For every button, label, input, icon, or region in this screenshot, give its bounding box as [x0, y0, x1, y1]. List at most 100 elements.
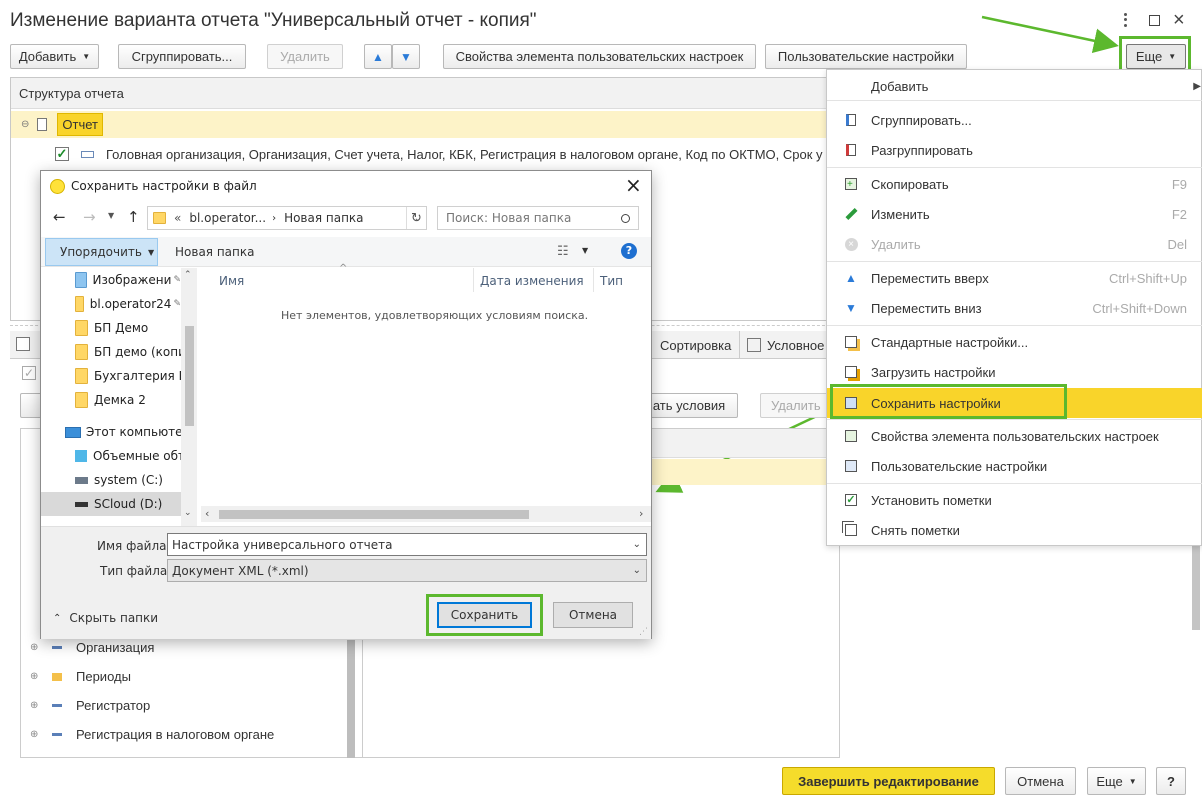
nav-item-bl-operator[interactable]: bl.operator24 ✎ — [41, 292, 181, 316]
structure-root-row[interactable]: ⊖ Отчет — [11, 111, 839, 138]
bottom-more-label: Еще — [1096, 773, 1123, 789]
menu-item-element-props[interactable]: Свойства элемента пользовательских настр… — [827, 422, 1202, 450]
scroll-thumb[interactable] — [185, 326, 194, 426]
menu-item-shortcut: F9 — [1171, 176, 1187, 192]
nav-item-bp-demo-copy[interactable]: БП демо (копия — [41, 340, 181, 364]
horizontal-scrollbar[interactable]: ‹ › — [201, 506, 651, 522]
scroll-up-icon[interactable]: ⌃ — [184, 270, 192, 280]
delete-icon: × — [843, 236, 859, 252]
conditional-icon — [747, 338, 761, 352]
nav-item-label: SCloud (D:) — [94, 497, 163, 511]
chevron-down-icon[interactable]: ⌄ — [633, 539, 641, 550]
column-divider — [593, 268, 594, 292]
resize-grip-icon[interactable]: ⋰ — [639, 627, 648, 637]
file-type-label: Тип файла: — [100, 564, 172, 578]
nav-item-label: БП Демо — [94, 321, 149, 335]
bottom-cancel-button[interactable]: Отмена — [1005, 767, 1076, 795]
scroll-right-icon[interactable]: › — [639, 507, 643, 520]
view-dropdown-icon[interactable]: ▼ — [582, 246, 588, 255]
dialog-close-icon[interactable]: × — [625, 173, 642, 197]
back-arrow-icon[interactable]: ← — [53, 208, 66, 226]
menu-item-load-settings[interactable]: Загрузить настройки — [827, 358, 1202, 386]
menu-item-delete[interactable]: × Удалить Del — [827, 230, 1202, 258]
menu-item-group[interactable]: Сгруппировать... — [827, 106, 1202, 134]
menu-item-move-down[interactable]: ▼ Переместить вниз Ctrl+Shift+Down — [827, 294, 1202, 322]
forward-arrow-icon[interactable]: → — [83, 208, 96, 226]
new-folder-button[interactable]: Новая папка — [175, 245, 254, 259]
nav-item-3d-objects[interactable]: Объемные объе — [41, 444, 181, 468]
chevron-down-icon[interactable]: ⌄ — [633, 565, 641, 576]
menu-item-uncheck-all[interactable]: Снять пометки — [827, 516, 1202, 544]
fields-tree-item-periods[interactable]: ⊕ Периоды — [30, 662, 131, 691]
add-conditions-button[interactable]: ать условия — [640, 393, 738, 418]
nav-item-system-c[interactable]: system (C:) — [41, 468, 181, 492]
scroll-left-icon[interactable]: ‹ — [205, 507, 209, 520]
tab-conditional-label: Условное — [767, 337, 825, 353]
search-input[interactable]: Поиск: Новая папка — [437, 206, 639, 230]
finish-editing-button[interactable]: Завершить редактирование — [782, 767, 995, 795]
column-header-type[interactable]: Тип — [600, 274, 623, 288]
tab-fields-icon[interactable] — [16, 337, 30, 351]
nav-item-images[interactable]: Изображени ✎ — [41, 268, 181, 292]
fields-scrollbar[interactable] — [347, 640, 355, 758]
fields-tree-item-tax-registration[interactable]: ⊕ Регистрация в налоговом органе — [30, 720, 274, 749]
dropdown-arrow-icon: ▼ — [1128, 776, 1137, 786]
dropdown-arrow-icon: ▼ — [147, 247, 155, 257]
structure-row[interactable]: ✓ Головная организация, Организация, Сче… — [55, 142, 839, 166]
menu-item-move-up[interactable]: ▲ Переместить вверх Ctrl+Shift+Up — [827, 264, 1202, 292]
menu-item-user-settings[interactable]: Пользовательские настройки — [827, 452, 1202, 480]
dialog-cancel-button[interactable]: Отмена — [553, 602, 633, 628]
help-icon[interactable]: ? — [621, 243, 637, 259]
refresh-icon[interactable]: ↻ — [406, 207, 426, 229]
scroll-down-icon[interactable]: ⌄ — [184, 508, 192, 518]
column-header-date[interactable]: Дата изменения — [480, 274, 584, 288]
menu-item-shortcut: Ctrl+Shift+Up — [1108, 270, 1187, 286]
checkbox-checked-icon[interactable]: ✓ — [55, 147, 69, 161]
fields-tree-item-label: Регистрация в налоговом органе — [76, 727, 275, 742]
submenu-arrow-icon: ▶ — [1193, 80, 1201, 92]
menu-item-standard-settings[interactable]: Стандартные настройки... — [827, 328, 1202, 356]
nav-item-label: system (C:) — [94, 473, 163, 487]
nav-item-accounting[interactable]: Бухгалтерия ПР — [41, 364, 181, 388]
nav-scrollbar[interactable]: ⌃ ⌄ — [181, 268, 197, 526]
menu-item-label: Удалить — [871, 236, 921, 252]
bottom-cancel-label: Отмена — [1017, 773, 1064, 789]
dialog-save-button[interactable]: Сохранить — [437, 602, 532, 628]
file-type-select[interactable]: Документ XML (*.xml) ⌄ — [167, 559, 647, 582]
menu-item-edit[interactable]: Изменить F2 — [827, 200, 1202, 228]
nav-item-this-pc[interactable]: Этот компьютер — [41, 420, 181, 444]
nav-item-scloud-d[interactable]: SCloud (D:) — [41, 492, 181, 516]
organize-button[interactable]: Упорядочить ▼ — [45, 238, 158, 266]
tab-sort[interactable]: Сортировка — [652, 331, 740, 359]
up-arrow-icon[interactable]: ↑ — [127, 208, 140, 226]
lower-left-button[interactable] — [20, 393, 42, 418]
path-segment-1[interactable]: bl.operator... — [189, 211, 266, 225]
main-scrollbar[interactable] — [1192, 545, 1200, 630]
expand-icon[interactable]: ⊕ — [30, 729, 44, 740]
menu-item-add[interactable]: Добавить ▶ — [827, 72, 1202, 100]
hide-folders-button[interactable]: ⌃ Скрыть папки — [53, 611, 158, 625]
menu-separator — [827, 483, 1202, 484]
scroll-thumb[interactable] — [219, 510, 529, 519]
nav-item-demka2[interactable]: Демка 2 — [41, 388, 181, 412]
menu-item-check-all[interactable]: ✓ Установить пометки — [827, 486, 1202, 514]
help-button[interactable]: ? — [1156, 767, 1186, 795]
expand-icon[interactable]: ⊕ — [30, 642, 44, 653]
expand-icon[interactable]: ⊕ — [30, 671, 44, 682]
nav-item-bp-demo[interactable]: БП Демо — [41, 316, 181, 340]
file-name-input[interactable]: Настройка универсального отчета ⌄ — [167, 533, 647, 556]
check-all-icon: ✓ — [845, 494, 857, 506]
menu-item-copy[interactable]: + Скопировать F9 — [827, 170, 1202, 198]
address-bar[interactable]: « bl.operator... › Новая папка ⌄ — [147, 206, 427, 230]
column-header-name[interactable]: Имя — [219, 274, 244, 288]
path-segment-2[interactable]: Новая папка — [284, 211, 363, 225]
recent-dropdown-icon[interactable]: ▼ — [108, 211, 114, 220]
view-mode-icon[interactable]: ☷ — [557, 244, 569, 259]
nav-item-label: Изображени — [92, 273, 172, 287]
fields-tree-item-registrator[interactable]: ⊕ Регистратор — [30, 691, 150, 720]
collapse-icon[interactable]: ⊖ — [21, 119, 29, 130]
menu-item-ungroup[interactable]: Разгруппировать — [827, 136, 1202, 164]
expand-icon[interactable]: ⊕ — [30, 700, 44, 711]
checkbox-use-icon[interactable]: ✓ — [22, 366, 36, 380]
bottom-more-button[interactable]: Еще ▼ — [1087, 767, 1146, 795]
